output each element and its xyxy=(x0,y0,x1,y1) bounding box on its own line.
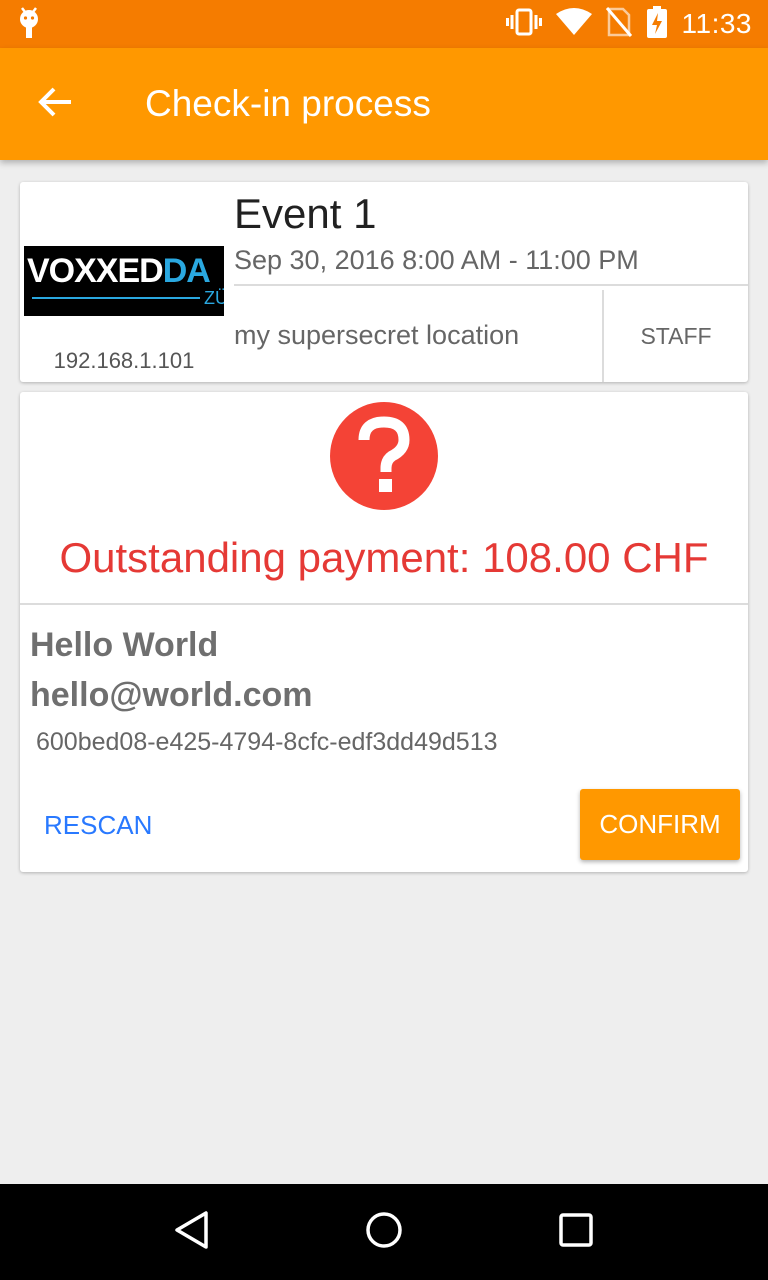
nav-home-button[interactable] xyxy=(352,1200,416,1264)
event-date: Sep 30, 2016 8:00 AM - 11:00 PM xyxy=(234,245,639,275)
event-name: Event 1 xyxy=(234,190,377,237)
event-location: my supersecret location xyxy=(234,320,520,350)
app-bar: Check-in process xyxy=(0,48,768,160)
battery-charging-icon xyxy=(646,6,668,42)
back-triangle-icon xyxy=(172,1210,212,1254)
screen: 11:33 Check-in process VOXXEDDA ZÜ 192.1… xyxy=(0,0,768,1280)
no-sim-icon xyxy=(605,7,632,41)
confirm-button[interactable]: CONFIRM xyxy=(580,789,740,860)
server-ip: 192.168.1.101 xyxy=(53,348,195,373)
logo-text: VOXXEDDA xyxy=(27,252,211,290)
home-circle-icon xyxy=(364,1210,404,1254)
role-badge: STAFF xyxy=(640,322,712,349)
android-debug-icon xyxy=(16,6,42,42)
rescan-button[interactable]: RESCAN xyxy=(30,790,166,860)
page-title: Check-in process xyxy=(145,83,431,124)
status-time: 11:33 xyxy=(681,8,752,39)
status-bar: 11:33 xyxy=(0,0,768,48)
logo-underline xyxy=(32,297,200,299)
ticket-uuid: 600bed08-e425-4794-8cfc-edf3dd49d513 xyxy=(36,728,498,756)
logo-subtext: ZÜ xyxy=(204,288,224,308)
question-mark-icon xyxy=(330,402,438,510)
divider xyxy=(234,284,748,286)
event-logo: VOXXEDDA ZÜ xyxy=(24,246,224,316)
back-button[interactable] xyxy=(0,48,112,160)
payment-status-message: Outstanding payment: 108.00 CHF xyxy=(59,534,709,581)
event-card: VOXXEDDA ZÜ 192.168.1.101 Event 1 Sep 30… xyxy=(20,182,748,382)
nav-recents-button[interactable] xyxy=(544,1200,608,1264)
wifi-icon xyxy=(555,8,592,40)
nav-back-button[interactable] xyxy=(160,1200,224,1264)
attendee-name: Hello World xyxy=(30,626,219,664)
vibrate-icon xyxy=(505,7,542,41)
attendee-email: hello@world.com xyxy=(30,676,313,714)
divider xyxy=(20,603,748,605)
navigation-bar xyxy=(0,1184,768,1280)
checkin-card: Outstanding payment: 108.00 CHF Hello Wo… xyxy=(20,392,748,872)
arrow-back-icon xyxy=(38,87,72,121)
recents-square-icon xyxy=(558,1212,594,1252)
